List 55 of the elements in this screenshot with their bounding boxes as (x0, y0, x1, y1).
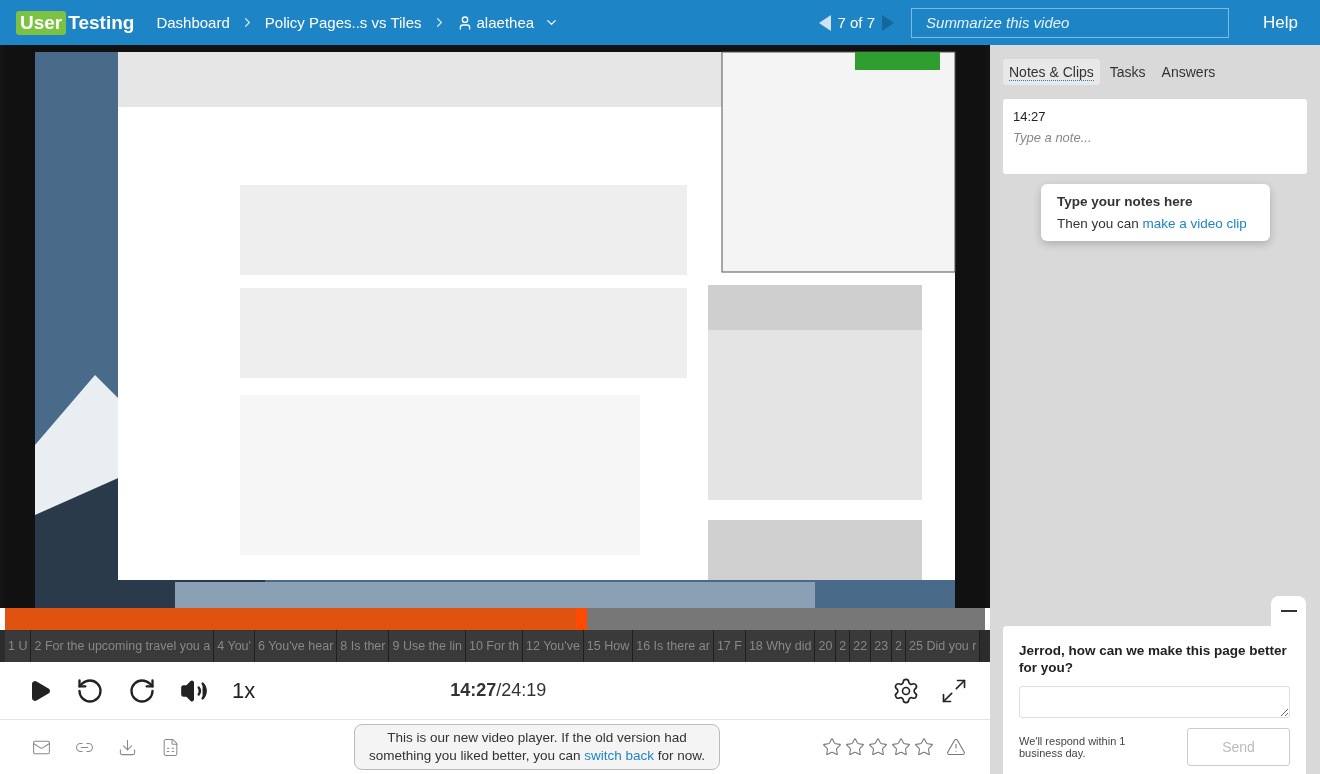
previous-icon[interactable] (817, 13, 832, 32)
star-icon[interactable] (845, 737, 865, 757)
chapter-segment[interactable]: 22 (850, 630, 872, 662)
download-button[interactable] (118, 737, 137, 757)
feedback-question: Jerrod, how can we make this page better for you? (1019, 642, 1288, 676)
speed-button[interactable]: 1x (232, 677, 256, 704)
response-note: We'll respond within 1 business day. (1019, 735, 1127, 759)
summary-field[interactable]: Summarize this video (911, 7, 1230, 38)
note-timestamp: 14:27 (1013, 109, 1047, 124)
logo[interactable]: User Testing (16, 10, 135, 35)
chapter-segment[interactable]: 16 Is there ar (633, 630, 714, 662)
chapter-segment[interactable]: 25 Did you r (906, 630, 981, 662)
page-counter: 7 of 7 (837, 14, 876, 31)
star-icon[interactable] (868, 737, 888, 757)
feedback-field[interactable] (1019, 686, 1290, 718)
minimize-button[interactable] (1271, 596, 1306, 626)
chapter-segment[interactable]: 2 (892, 630, 907, 662)
chapter-segment[interactable]: 20 (815, 630, 837, 662)
video-clip-link[interactable]: make a video clip (1142, 216, 1247, 231)
chapter-segment[interactable]: 9 Use the lin (389, 630, 466, 662)
chapter-segment[interactable]: 23 (871, 630, 893, 662)
spreadsheet-button[interactable] (161, 737, 180, 757)
forward-5-button[interactable] (128, 676, 156, 705)
settings-button[interactable] (892, 676, 920, 705)
star-rating[interactable] (822, 737, 934, 757)
star-icon[interactable] (822, 737, 842, 757)
chapter-segment[interactable]: 8 Is ther (337, 630, 390, 662)
progress-track[interactable] (5, 608, 985, 630)
star-icon[interactable] (891, 737, 911, 757)
tooltip-text: Then you can make a video clip (1057, 216, 1248, 231)
panel-tab[interactable]: Answers (1155, 59, 1222, 85)
rewind-5-button[interactable] (76, 676, 104, 705)
chapter-segment[interactable]: 18 Why did (745, 630, 816, 662)
help-link[interactable]: Help (1263, 12, 1298, 33)
tooltip-title: Type your notes here (1057, 194, 1194, 209)
star-icon[interactable] (914, 737, 934, 757)
switch-back-link[interactable]: switch back (584, 748, 655, 763)
chapter-segment[interactable]: 1 U (5, 630, 32, 662)
chapter-segment[interactable]: 4 You' (214, 630, 255, 662)
chapter-segment[interactable]: 2 (836, 630, 851, 662)
chapter-segment[interactable]: 10 For th (465, 630, 523, 662)
minimize-icon (1280, 610, 1297, 612)
breadcrumb-link[interactable]: alaethea (456, 14, 560, 31)
panel-tab[interactable]: Notes & Clips (1003, 59, 1100, 85)
chapter-segment[interactable]: 15 How (583, 630, 634, 662)
chapter-segment[interactable]: 6 You've hear (254, 630, 338, 662)
chapter-segment[interactable]: 12 You've (523, 630, 584, 662)
panel-tab[interactable]: Tasks (1103, 59, 1152, 85)
notice-message: This is our new video player. If the old version had something you liked better, you can switch back for now. (354, 724, 720, 770)
breadcrumb-link[interactable]: Policy Pages..s vs Tiles (264, 14, 422, 31)
breadcrumb-link[interactable]: Dashboard (156, 14, 230, 31)
report-button[interactable] (946, 737, 966, 757)
chapter-segment[interactable]: 17 F (713, 630, 746, 662)
chapter-segment[interactable]: 2 For the upcoming travel you a (31, 630, 215, 662)
playback-time: 14:27/24:19 (450, 680, 547, 701)
